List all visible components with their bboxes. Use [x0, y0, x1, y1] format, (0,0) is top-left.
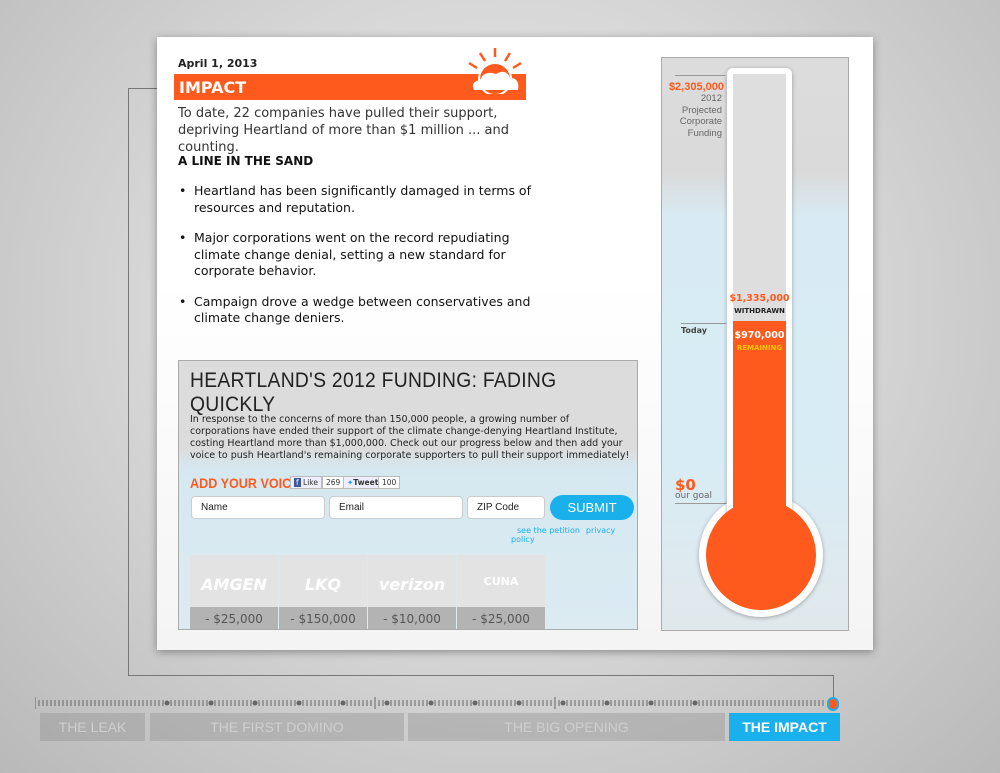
timeline-dot — [648, 700, 654, 706]
thermometer-tube: $1,335,000 WITHDRAWN $970,000 REMAINING — [727, 68, 792, 538]
bullet-item: Heartland has been significantly damaged… — [178, 183, 538, 216]
projected-label: 2012 Projected Corporate Funding — [667, 93, 722, 139]
bullet-item: Major corporations went on the record re… — [178, 230, 538, 280]
like-count: 269 — [322, 476, 345, 489]
timeline-dot — [560, 700, 566, 706]
facebook-like-button[interactable]: f Like — [290, 476, 322, 489]
date: April 1, 2013 — [178, 57, 258, 70]
projected-amount: $2,305,000 — [668, 81, 724, 93]
label-line: 2012 — [700, 93, 722, 104]
timeline-dot — [340, 700, 346, 706]
company-card: CUNA - $25,000 — [457, 555, 545, 629]
submit-button[interactable]: SUBMIT — [550, 495, 634, 520]
tweet-label: Tweet — [353, 478, 379, 487]
stem-fill — [733, 498, 786, 538]
withdrawn-label: WITHDRAWN — [734, 307, 785, 315]
company-amount: - $25,000 — [457, 607, 545, 629]
company-amount: - $10,000 — [368, 607, 456, 629]
divider — [675, 503, 730, 504]
timeline-dot — [692, 700, 698, 706]
connector-line — [128, 675, 834, 676]
timeline-dot — [472, 700, 478, 706]
remaining-amount: $970,000 — [734, 330, 785, 341]
like-label: Like — [303, 478, 318, 487]
facebook-icon: f — [294, 478, 301, 487]
goal-label: our goal — [675, 491, 713, 501]
label-line: Corporate — [679, 116, 722, 127]
subheading: A LINE IN THE SAND — [178, 154, 314, 168]
timeline-tab-first-domino[interactable]: THE FIRST DOMINO — [150, 713, 404, 741]
company-card: verizon - $10,000 — [368, 555, 456, 629]
company-logo: AMGEN — [201, 575, 267, 594]
intro-text: To date, 22 companies have pulled their … — [178, 106, 510, 155]
timeline-dot — [516, 700, 522, 706]
sun-cloud-icon — [465, 48, 525, 94]
bullet-list: Heartland has been significantly damaged… — [178, 183, 538, 341]
funding-title: HEARTLAND'S 2012 FUNDING: FADING QUICKLY — [190, 369, 557, 416]
thermometer-panel: $2,305,000 2012 Projected Corporate Funding… — [661, 57, 849, 631]
timeline-marker[interactable] — [827, 697, 839, 711]
withdrawn-amount: $1,335,000 — [729, 293, 790, 304]
zip-input[interactable]: ZIP Code — [467, 496, 545, 519]
timeline-dot — [164, 700, 170, 706]
divider — [681, 323, 726, 324]
company-logo: CUNA — [483, 575, 519, 588]
divider — [675, 75, 725, 76]
connector-line — [833, 675, 834, 697]
timeline-dot — [252, 700, 258, 706]
funding-box: HEARTLAND'S 2012 FUNDING: FADING QUICKLY… — [178, 360, 638, 630]
tweet-button[interactable]: ✦Tweet — [343, 476, 383, 489]
timeline-dot — [208, 700, 214, 706]
company-card: LKQ - $150,000 — [279, 555, 367, 629]
bullet-item: Campaign drove a wedge between conservat… — [178, 294, 538, 327]
timeline-dot — [604, 700, 610, 706]
timeline-dot — [428, 700, 434, 706]
petition-link[interactable]: see the petition — [517, 526, 580, 535]
timeline-dot — [296, 700, 302, 706]
email-input[interactable]: Email — [329, 496, 463, 519]
links: see the petition privacy policy — [511, 526, 637, 544]
add-voice-heading: ADD YOUR VOICE — [190, 475, 300, 491]
timeline-tab-impact[interactable]: THE IMPACT — [729, 713, 840, 741]
today-label: Today — [681, 326, 707, 335]
remaining-label: REMAINING — [736, 344, 783, 352]
company-amount: - $150,000 — [279, 607, 367, 629]
company-card: AMGEN - $25,000 — [190, 555, 278, 629]
timeline-tab-big-opening[interactable]: THE BIG OPENING — [408, 713, 725, 741]
name-input[interactable]: Name — [191, 496, 325, 519]
tweet-count: 100 — [378, 476, 401, 489]
timeline-dot — [384, 700, 390, 706]
timeline-track[interactable] — [35, 696, 835, 710]
company-amount: - $25,000 — [190, 607, 278, 629]
company-logo: LKQ — [304, 575, 342, 594]
connector-line — [128, 88, 158, 676]
company-logo: verizon — [378, 575, 446, 594]
label-line: Funding — [687, 127, 722, 139]
timeline-tab-leak[interactable]: THE LEAK — [40, 713, 145, 741]
funding-paragraph: In response to the concerns of more than… — [190, 414, 630, 461]
label-line: Projected — [681, 104, 722, 116]
